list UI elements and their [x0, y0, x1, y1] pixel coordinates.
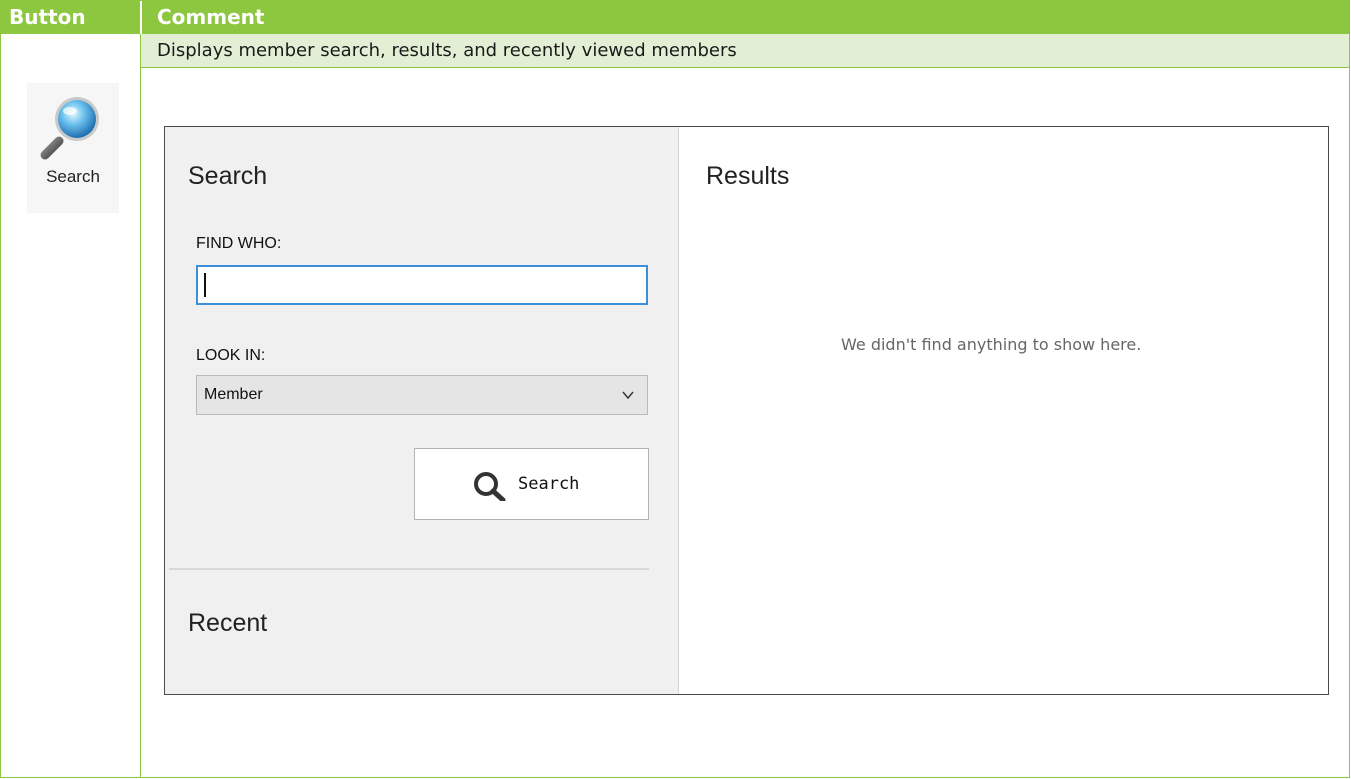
header-button: Button: [9, 5, 86, 29]
column-divider: [140, 34, 141, 777]
description-text: Displays member search, results, and rec…: [157, 40, 737, 61]
table-header: Button Comment: [1, 1, 1349, 34]
pane-separator: [169, 568, 649, 570]
results-heading: Results: [706, 162, 790, 190]
header-divider: [140, 1, 142, 34]
find-who-input[interactable]: [196, 265, 648, 305]
empty-results-message: We didn't find anything to show here.: [841, 335, 1142, 354]
member-search-window: Search FIND WHO: LOOK IN: Member Search …: [164, 126, 1329, 695]
search-pane: Search FIND WHO: LOOK IN: Member Search …: [165, 127, 679, 694]
description-row: Displays member search, results, and rec…: [141, 34, 1349, 68]
find-who-label: FIND WHO:: [196, 235, 282, 252]
magnifier-icon: [40, 97, 99, 160]
header-comment: Comment: [157, 5, 265, 29]
search-button-label: Search: [518, 474, 580, 494]
ribbon-search-label: Search: [46, 167, 100, 186]
look-in-label: LOOK IN:: [196, 347, 266, 364]
look-in-value: Member: [204, 386, 263, 403]
chevron-down-icon: [622, 391, 634, 400]
documentation-table: Button Comment Displays member search, r…: [0, 0, 1350, 778]
text-caret: [204, 273, 206, 297]
ribbon-search-button[interactable]: Search: [27, 83, 119, 213]
search-button[interactable]: Search: [414, 448, 649, 520]
search-heading: Search: [188, 162, 268, 190]
recent-heading: Recent: [188, 609, 268, 637]
search-icon: [474, 472, 506, 501]
look-in-select[interactable]: Member: [196, 375, 648, 415]
